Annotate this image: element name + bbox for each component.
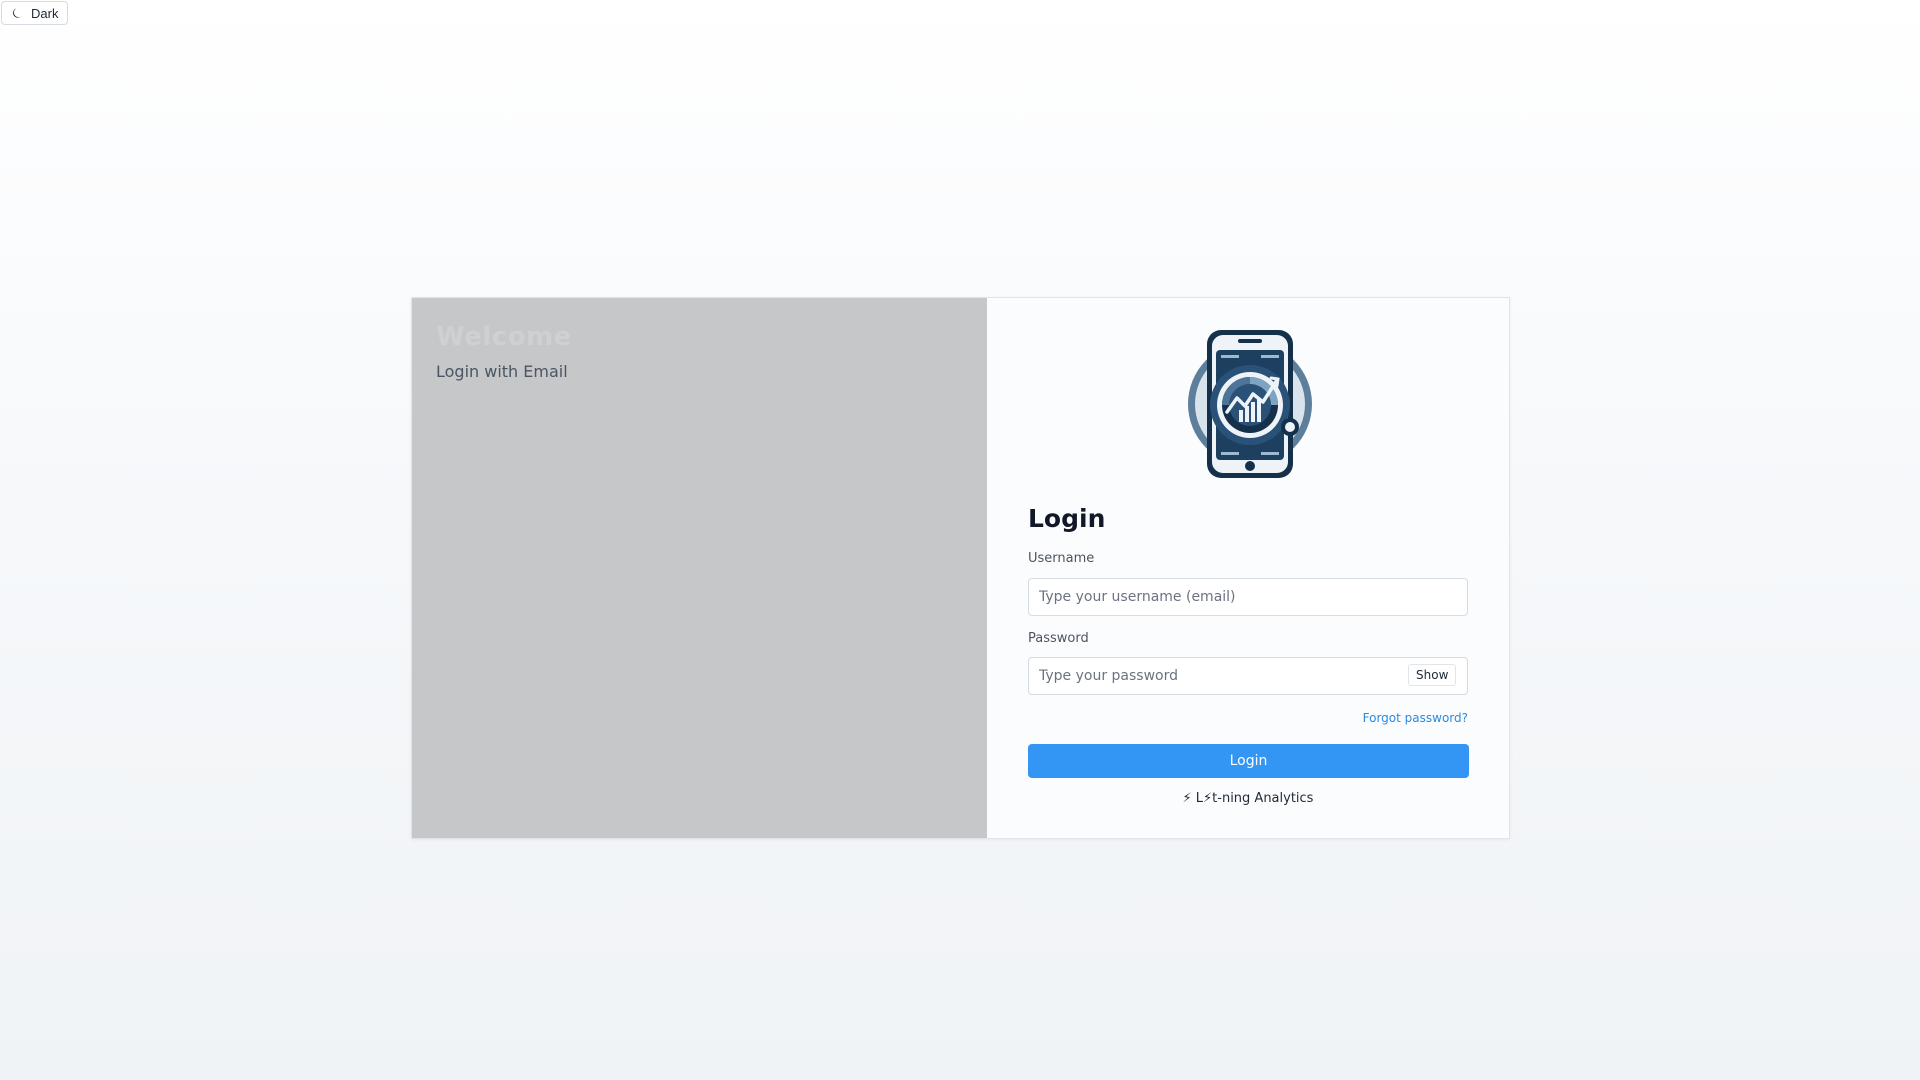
forgot-password-link[interactable]: Forgot password? <box>1363 711 1468 725</box>
login-form-panel: Login Username Password Show Forgot pass… <box>987 298 1509 838</box>
show-password-button[interactable]: Show <box>1408 664 1457 686</box>
welcome-subtitle: Login with Email <box>436 362 568 381</box>
login-button[interactable]: Login <box>1028 744 1469 778</box>
welcome-panel: Welcome Login with Email <box>412 298 987 838</box>
password-label: Password <box>1028 631 1089 646</box>
theme-toggle-button[interactable]: Dark <box>1 1 69 25</box>
moon-icon <box>12 7 24 19</box>
username-label: Username <box>1028 551 1095 566</box>
login-heading: Login <box>1028 504 1106 533</box>
brand-name: ⚡ L⚡t-ning Analytics <box>1182 791 1314 806</box>
password-input[interactable] <box>1028 657 1468 695</box>
welcome-title: Welcome <box>436 322 572 352</box>
theme-toggle-label: Dark <box>31 5 59 21</box>
username-input[interactable] <box>1028 578 1468 616</box>
phone-analytics-logo <box>1188 330 1312 478</box>
login-card: Welcome Login with Email Login Username … <box>411 297 1510 839</box>
